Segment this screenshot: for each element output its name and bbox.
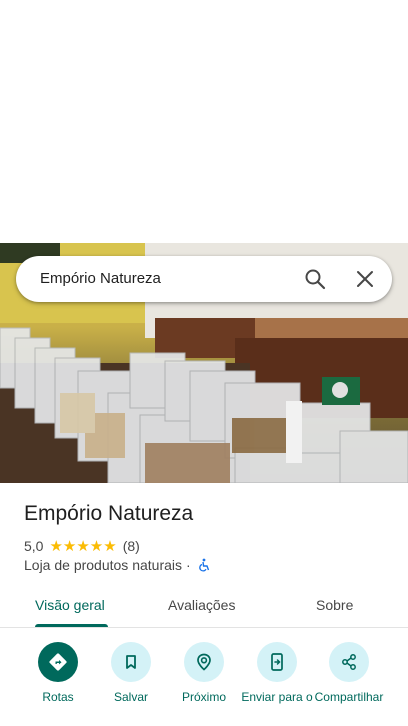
send-to-phone-label: Enviar para o: [241, 690, 313, 704]
tab-about[interactable]: Sobre: [316, 597, 353, 613]
nearby-button-circle: [184, 642, 224, 682]
bookmark-icon: [126, 655, 136, 669]
share-button-circle: [329, 642, 369, 682]
star-rating-icon: ★★★★★: [49, 538, 117, 555]
save-label: Salvar: [113, 690, 148, 704]
directions-icon: [49, 653, 67, 671]
save-button-circle: [111, 642, 151, 682]
close-icon[interactable]: [353, 267, 377, 291]
tab-reviews[interactable]: Avaliações: [168, 597, 235, 613]
nearby-button[interactable]: Próximo: [164, 640, 244, 704]
map-blank-area: [0, 0, 408, 243]
directions-label: Rotas: [42, 690, 74, 704]
category-row: Loja de produtos naturais ·: [24, 557, 211, 573]
nearby-icon: [197, 653, 211, 671]
rating-value: 5,0: [24, 538, 44, 554]
share-button[interactable]: Compartilhar: [309, 640, 389, 704]
place-category: Loja de produtos naturais: [24, 557, 182, 573]
search-query[interactable]: Empório Natureza: [40, 270, 161, 287]
rating-row[interactable]: 5,0 ★★★★★ (8): [24, 537, 140, 555]
send-to-phone-button[interactable]: Enviar para o: [237, 640, 317, 704]
directions-button[interactable]: Rotas: [18, 640, 98, 704]
share-icon: [342, 654, 356, 670]
active-tab-indicator: [35, 624, 108, 627]
review-count[interactable]: (8): [123, 538, 140, 554]
action-buttons: Rotas Salvar Próximo Enviar para o Compa…: [0, 640, 408, 726]
directions-button-circle: [38, 642, 78, 682]
share-label: Compartilhar: [314, 690, 384, 704]
wheelchair-accessible-icon: [198, 558, 209, 572]
nearby-label: Próximo: [181, 690, 226, 704]
save-button[interactable]: Salvar: [91, 640, 171, 704]
place-tabs: Visão geral Avaliações Sobre: [0, 588, 408, 628]
search-bar[interactable]: Empório Natureza: [16, 256, 392, 302]
category-separator: ·: [186, 557, 191, 573]
search-icon[interactable]: [303, 267, 327, 291]
send-to-phone-button-circle: [257, 642, 297, 682]
send-to-phone-icon: [271, 653, 283, 671]
place-title: Empório Natureza: [24, 502, 194, 525]
tab-overview[interactable]: Visão geral: [35, 597, 105, 613]
